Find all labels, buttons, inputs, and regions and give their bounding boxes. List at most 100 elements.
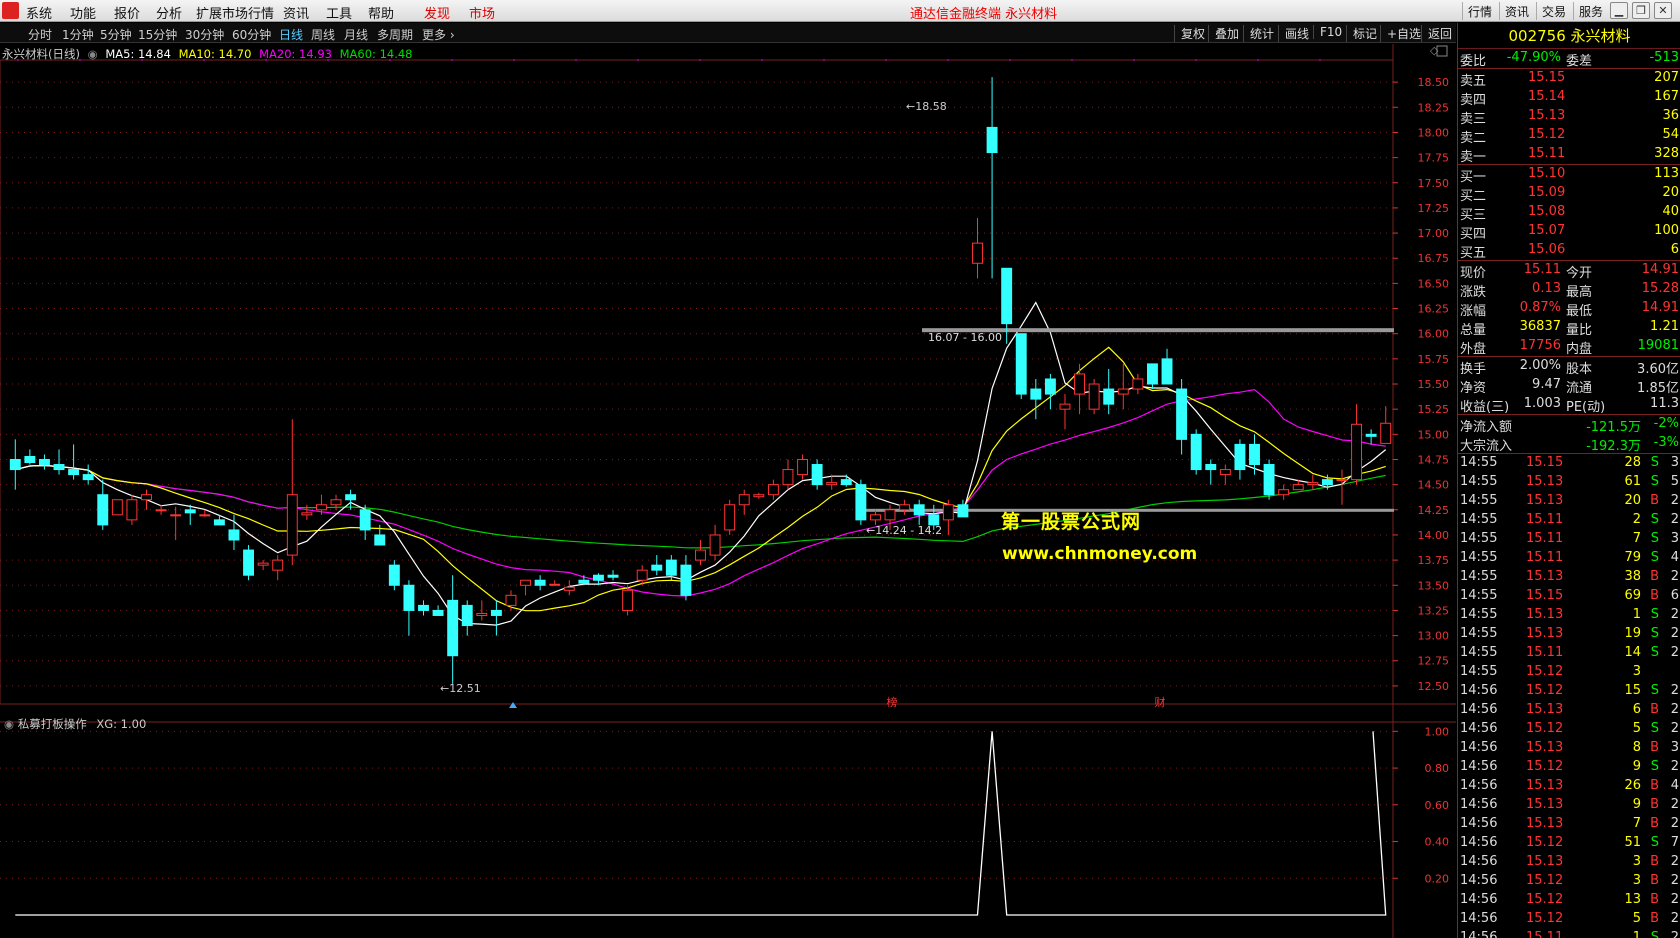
- candle-body[interactable]: [418, 604, 429, 611]
- candle-body[interactable]: [1074, 373, 1086, 395]
- candle-body[interactable]: [899, 504, 911, 511]
- tool-button[interactable]: 复权: [1174, 25, 1211, 42]
- candle-body[interactable]: [345, 494, 357, 501]
- candle-body[interactable]: [1161, 358, 1173, 385]
- menu-market[interactable]: 市场: [469, 3, 495, 22]
- candle-body[interactable]: [228, 529, 240, 541]
- candle-body[interactable]: [199, 514, 211, 517]
- menu-item[interactable]: 资讯: [283, 3, 309, 22]
- candle-body[interactable]: [272, 559, 284, 571]
- period-tab[interactable]: 周线: [311, 26, 335, 43]
- candle-body[interactable]: [330, 499, 342, 506]
- candle-body[interactable]: [972, 242, 983, 264]
- candle-body[interactable]: [24, 455, 36, 464]
- kline-chart[interactable]: 18.50 18.25 18.00 17.75 17.50 17.25 17.00 16.75…: [0, 44, 1456, 938]
- candle-body[interactable]: [213, 519, 225, 526]
- candle-body[interactable]: [884, 509, 896, 521]
- candle-body[interactable]: [1103, 388, 1115, 405]
- candle-body[interactable]: [826, 482, 838, 486]
- candle-body[interactable]: [651, 564, 663, 571]
- candle-body[interactable]: [855, 484, 867, 521]
- indicator-settings-icon[interactable]: ◉: [4, 717, 14, 731]
- candle-body[interactable]: [811, 464, 823, 486]
- candle-body[interactable]: [490, 609, 502, 616]
- candle-body[interactable]: [1001, 267, 1013, 325]
- candle-body[interactable]: [53, 464, 65, 471]
- candle-body[interactable]: [1132, 378, 1144, 390]
- tool-button[interactable]: 标记: [1346, 25, 1383, 42]
- candle-body[interactable]: [607, 574, 619, 578]
- candle-body[interactable]: [534, 579, 546, 586]
- tool-button[interactable]: F10: [1313, 25, 1348, 39]
- candle-body[interactable]: [388, 564, 400, 586]
- candle-body[interactable]: [447, 599, 459, 657]
- candle-body[interactable]: [505, 594, 517, 606]
- candle-body[interactable]: [782, 469, 794, 486]
- candle-body[interactable]: [1190, 433, 1202, 471]
- tool-button[interactable]: 统计: [1243, 25, 1280, 42]
- candle-body[interactable]: [869, 514, 881, 521]
- restore-icon[interactable]: ❐: [1632, 2, 1650, 19]
- candle-body[interactable]: [738, 494, 750, 506]
- candle-body[interactable]: [461, 604, 473, 627]
- candle-body[interactable]: [942, 504, 954, 521]
- candle-body[interactable]: [1351, 423, 1363, 481]
- candle-body[interactable]: [636, 569, 648, 581]
- candle-body[interactable]: [286, 494, 298, 556]
- candle-body[interactable]: [155, 509, 167, 512]
- menu-item[interactable]: 报价: [114, 3, 140, 22]
- candle-body[interactable]: [184, 509, 196, 514]
- candle-body[interactable]: [1336, 479, 1348, 482]
- menu-item[interactable]: 工具: [326, 3, 352, 22]
- top-button-service[interactable]: 服务: [1573, 2, 1608, 20]
- candle-body[interactable]: [563, 586, 575, 591]
- close-icon[interactable]: ✕: [1654, 2, 1672, 19]
- candle-body[interactable]: [9, 458, 21, 471]
- candle-body[interactable]: [840, 479, 852, 486]
- candle-body[interactable]: [243, 549, 255, 576]
- candle-body[interactable]: [1059, 403, 1071, 410]
- candle-body[interactable]: [315, 504, 327, 511]
- top-button-news[interactable]: 资讯: [1499, 2, 1534, 20]
- candle-body[interactable]: [1263, 464, 1275, 496]
- candle-body[interactable]: [622, 589, 634, 611]
- candle-body[interactable]: [1205, 464, 1217, 471]
- candle-body[interactable]: [1249, 443, 1260, 466]
- period-tab[interactable]: 15分钟: [138, 26, 177, 43]
- menu-item[interactable]: 分析: [156, 3, 182, 22]
- candle-body[interactable]: [1146, 363, 1158, 385]
- tool-button[interactable]: 返回: [1421, 25, 1458, 42]
- settings-icon[interactable]: ◉: [88, 47, 98, 61]
- candle-body[interactable]: [680, 564, 692, 596]
- candle-body[interactable]: [665, 559, 677, 576]
- period-tab[interactable]: 5分钟: [100, 26, 132, 43]
- candle-body[interactable]: [432, 609, 444, 616]
- candle-body[interactable]: [797, 458, 809, 476]
- menu-discover[interactable]: 发现: [424, 3, 450, 22]
- top-button-trade[interactable]: 交易: [1536, 2, 1571, 20]
- candle-body[interactable]: [126, 499, 138, 521]
- tool-button[interactable]: 叠加: [1208, 25, 1245, 42]
- candle-body[interactable]: [1321, 479, 1333, 486]
- candle-body[interactable]: [986, 126, 998, 154]
- candle-body[interactable]: [359, 509, 371, 531]
- candle-body[interactable]: [82, 474, 94, 481]
- top-button-quotes[interactable]: 行情: [1462, 2, 1497, 20]
- candle-body[interactable]: [695, 549, 706, 561]
- period-tab[interactable]: 多周期: [377, 26, 413, 43]
- menu-item[interactable]: 帮助: [368, 3, 394, 22]
- candle-body[interactable]: [1015, 333, 1027, 395]
- period-tab[interactable]: 30分钟: [185, 26, 224, 43]
- period-tab[interactable]: 60分钟: [232, 26, 271, 43]
- tool-button[interactable]: 画线: [1278, 25, 1315, 42]
- tool-button[interactable]: +自选: [1380, 25, 1427, 42]
- candle-body[interactable]: [1278, 489, 1290, 496]
- candle-body[interactable]: [1219, 469, 1231, 476]
- expand-icon[interactable]: [1436, 45, 1448, 57]
- candle-body[interactable]: [257, 562, 269, 566]
- candle-body[interactable]: [374, 534, 386, 546]
- candle-body[interactable]: [1365, 433, 1377, 437]
- candle-body[interactable]: [111, 499, 123, 516]
- candle-body[interactable]: [957, 504, 969, 518]
- candle-body[interactable]: [1088, 383, 1100, 410]
